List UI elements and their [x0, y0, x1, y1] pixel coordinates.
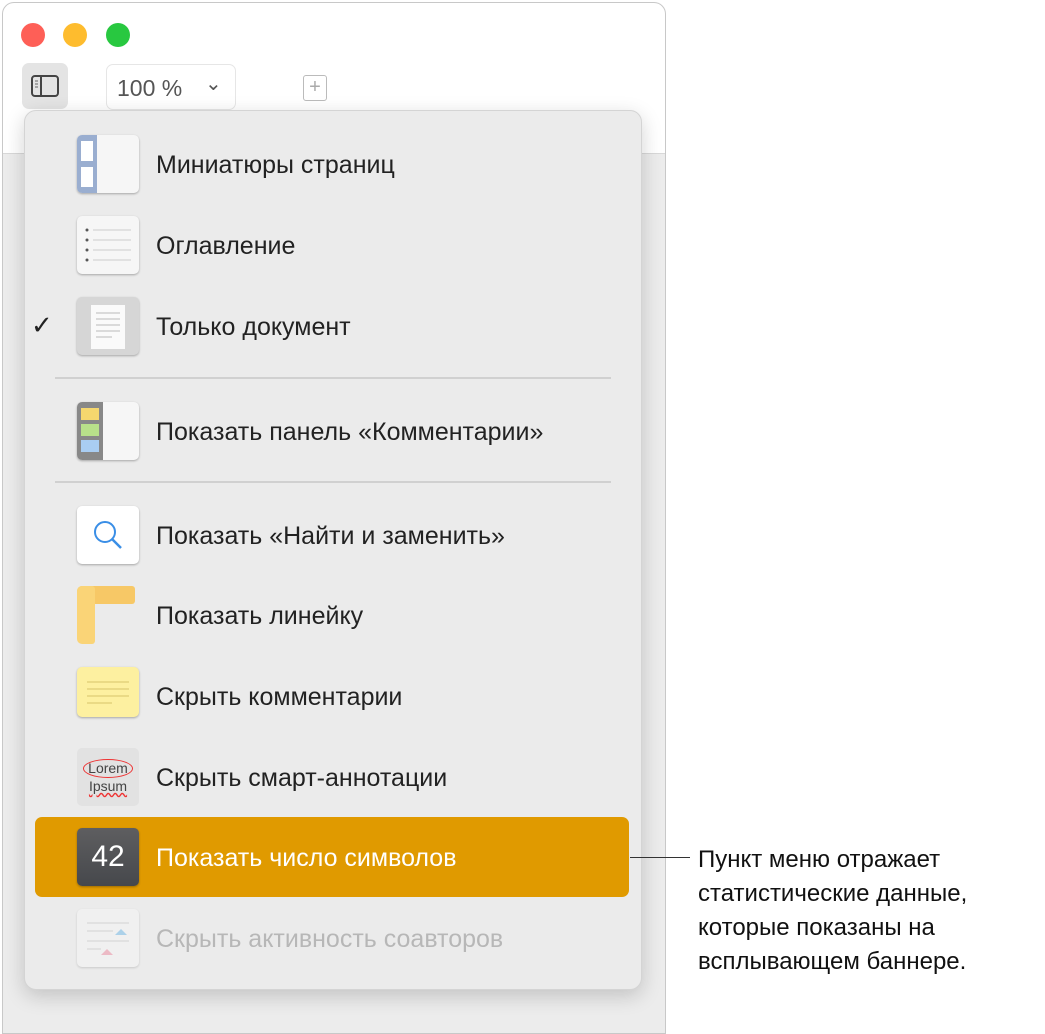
plus-icon: +: [309, 76, 321, 98]
page-thumbnails-icon: [77, 135, 139, 193]
icon-text: 42: [91, 840, 125, 873]
menu-item-find-replace[interactable]: Показать «Найти и заменить»: [35, 495, 629, 575]
menu-item-label: Показать панель «Комментарии»: [156, 418, 544, 446]
callout-line: [630, 857, 690, 858]
zoom-window-button[interactable]: [106, 23, 130, 47]
menu-item-label: Показать линейку: [156, 602, 364, 630]
minimize-button[interactable]: [63, 23, 87, 47]
menu-separator: [55, 481, 611, 483]
zoom-value: 100 %: [117, 75, 183, 101]
menu-item-label: Показать «Найти и заменить»: [156, 522, 505, 550]
chevron-down-icon: ⌄: [205, 73, 222, 95]
menu-item-ruler[interactable]: Показать линейку: [35, 575, 629, 655]
smart-annotation-icon: Lorem Ipsum: [77, 748, 139, 806]
view-button[interactable]: [22, 63, 68, 109]
callout-line-text: статистические данные,: [698, 880, 968, 907]
menu-item-document-only[interactable]: ✓ Только документ: [31, 286, 629, 366]
menu-item-label: Миниатюры страниц: [156, 151, 395, 179]
view-menu: Миниатюры страниц Оглавление ✓ Только до…: [24, 110, 642, 990]
checkmark-icon: ✓: [31, 310, 53, 340]
menu-item-smart-annotations[interactable]: Lorem Ipsum Скрыть смарт-аннотации: [35, 737, 629, 817]
close-button[interactable]: [21, 23, 45, 47]
word-count-icon: 42: [77, 828, 139, 886]
comment-note-icon: [77, 667, 139, 717]
callout-text: Пункт меню отражает статистические данны…: [698, 843, 967, 979]
menu-item-collaboration-activity: Скрыть активность соавторов: [35, 898, 629, 978]
zoom-dropdown[interactable]: 100 % ⌄: [106, 64, 236, 110]
collaboration-activity-icon: [77, 909, 139, 967]
menu-item-word-count[interactable]: 42 Показать число символов: [35, 817, 629, 897]
find-replace-icon: [77, 506, 139, 564]
menu-item-hide-comments[interactable]: Скрыть комментарии: [35, 656, 629, 736]
add-page-button[interactable]: +: [303, 75, 327, 101]
callout-line-text: Пункт меню отражает: [698, 846, 941, 873]
callout-line-text: которые показаны на: [698, 914, 935, 941]
menu-item-comments-pane[interactable]: Показать панель «Комментарии»: [35, 391, 629, 471]
document-only-icon: [77, 297, 139, 355]
menu-item-label: Скрыть смарт-аннотации: [156, 764, 448, 792]
menu-item-label: Только документ: [156, 313, 351, 341]
comments-pane-icon: [77, 402, 139, 460]
menu-item-page-thumbnails[interactable]: Миниатюры страниц: [35, 124, 629, 204]
table-of-contents-icon: [77, 216, 139, 274]
menu-item-label: Скрыть активность соавторов: [156, 925, 504, 953]
ruler-icon: [77, 586, 139, 644]
callout-line-text: всплывающем баннере.: [698, 948, 967, 975]
icon-text: Lorem: [83, 759, 133, 778]
menu-item-label: Скрыть комментарии: [156, 683, 403, 711]
sidebar-icon: [31, 75, 59, 97]
menu-item-label: Оглавление: [156, 232, 296, 260]
menu-separator: [55, 377, 611, 379]
menu-item-table-of-contents[interactable]: Оглавление: [35, 205, 629, 285]
menu-item-label: Показать число символов: [156, 844, 457, 872]
icon-text: Ipsum: [88, 778, 128, 794]
